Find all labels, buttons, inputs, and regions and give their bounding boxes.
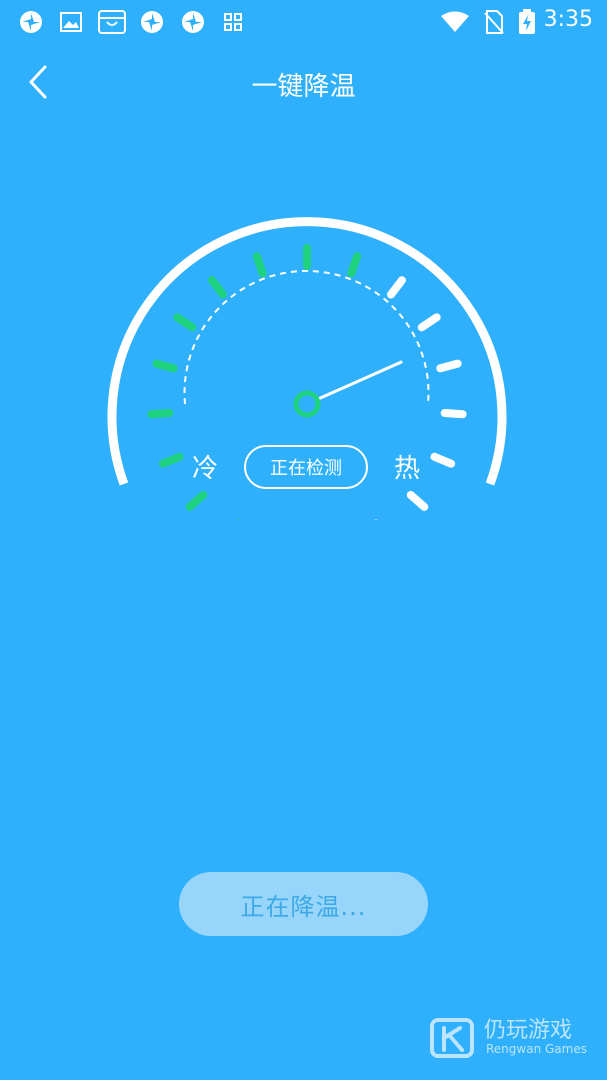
cold-label: 冷 [192,454,219,484]
battery-charging-icon [514,9,540,35]
gauge-needle [318,360,403,400]
temperature-gauge: 冷 正在检测 热 [0,190,607,544]
pinwheel-icon [180,9,206,35]
hot-label: 热 [394,454,421,484]
cooling-button[interactable]: 正在降温... [179,872,428,936]
gauge-tick [152,359,178,373]
gauge-tick [417,313,441,332]
status-time: 3:35 [543,7,593,32]
gauge-tick [185,490,208,511]
title-bar: 一键降温 [0,48,607,118]
shop-bag-icon [97,9,127,35]
page-title: 一键降温 [251,72,356,102]
image-icon [58,9,84,35]
apps-grid-icon [220,9,246,35]
rengwan-logo-icon [430,1018,474,1058]
watermark: 仍玩游戏 Rengwan Games [430,1012,600,1062]
pinwheel-icon [139,9,165,35]
gauge-tick [436,359,462,373]
gauge-tick [252,252,267,278]
watermark-name-en: Rengwan Games [486,1042,587,1056]
gauge-tick [347,252,362,278]
gauge-tick [173,313,197,332]
detecting-status-badge: 正在检测 [244,445,368,489]
pinwheel-icon [18,9,44,35]
status-bar: 3:35 [0,0,607,44]
wifi-icon [440,9,470,35]
gauge-tick [147,409,174,419]
gauge-tick [208,276,227,299]
gauge-tick [158,452,184,468]
gauge-tick [406,490,429,511]
no-sim-icon [481,9,507,35]
watermark-name-cn: 仍玩游戏 [484,1018,573,1043]
gauge-tick [430,452,456,468]
gauge-tick [440,409,467,419]
gauge-tick [387,276,406,299]
gauge-pivot [293,390,321,418]
